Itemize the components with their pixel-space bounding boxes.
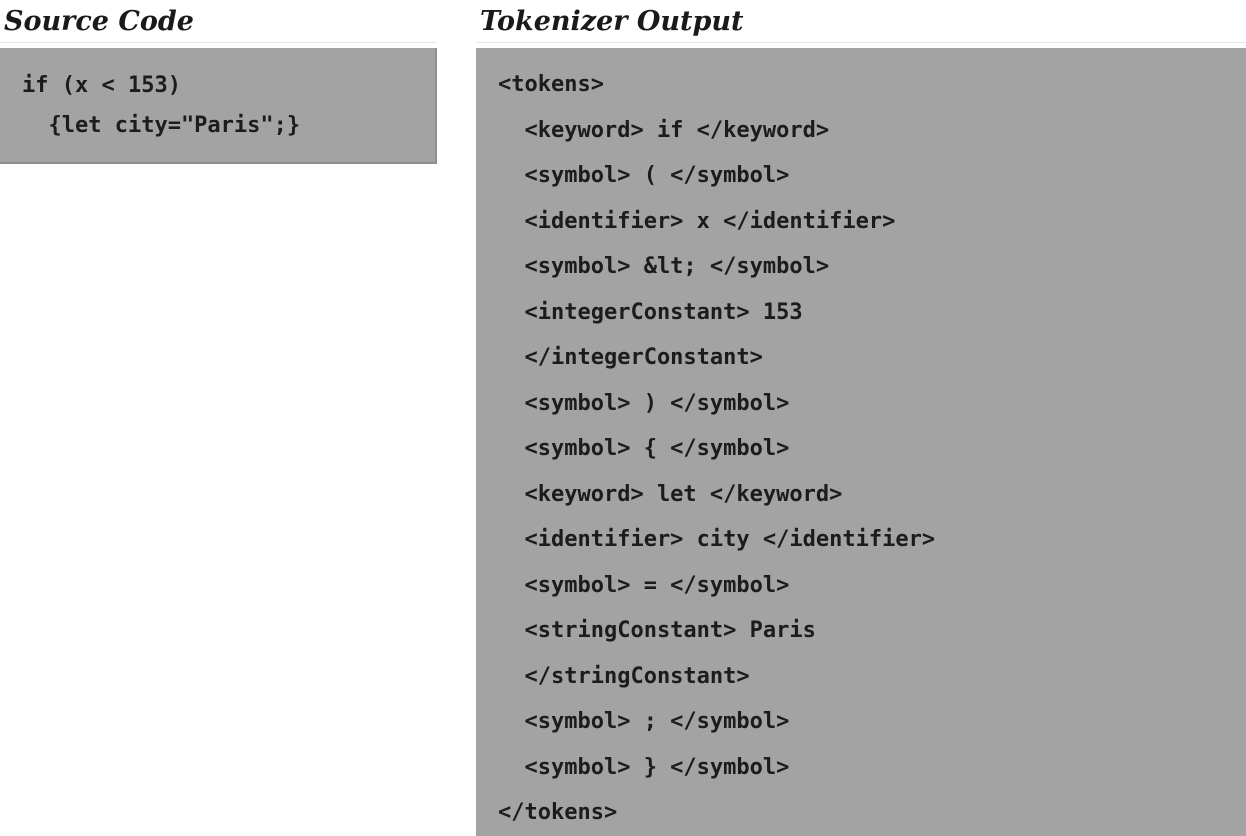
token-line: <symbol> } </symbol> [498,754,790,780]
token-line: <keyword> let </keyword> [498,481,843,507]
token-line: <symbol> = </symbol> [498,572,790,598]
token-line: <symbol> ; </symbol> [498,709,790,734]
token-line: <keyword> if </keyword> [498,117,830,143]
token-line: <symbol> ) </symbol> [498,390,790,416]
source-title-rule [0,42,437,43]
token-line: <integerConstant> 153 [498,299,803,325]
token-line: <symbol> &lt; </symbol> [498,254,830,279]
tokenizer-output-title: Tokenizer Output [480,6,744,37]
token-line: </stringConstant> [498,663,750,689]
token-line: </tokens> [498,800,618,825]
output-title-rule [476,42,1246,43]
source-line: if (x < 153) [22,73,181,98]
token-line: <identifier> x </identifier> [498,208,896,234]
token-line: </integerConstant> [498,345,763,370]
source-code-box: if (x < 153) {let city="Paris";} [0,48,437,164]
token-line: <tokens> [498,72,604,97]
tokenizer-output-lines: <tokens> <keyword> if </keyword> <symbol… [498,62,935,836]
tokenizer-output-box: <tokens> <keyword> if </keyword> <symbol… [476,48,1246,836]
source-code-title: Source Code [4,6,194,37]
token-line: <identifier> city </identifier> [498,527,936,552]
source-line: {let city="Paris";} [22,113,301,138]
token-line: <stringConstant> Paris [498,618,816,643]
token-line: <symbol> ( </symbol> [498,163,790,188]
token-line: <symbol> { </symbol> [498,436,790,461]
source-code-lines: if (x < 153) {let city="Paris";} [22,66,300,146]
